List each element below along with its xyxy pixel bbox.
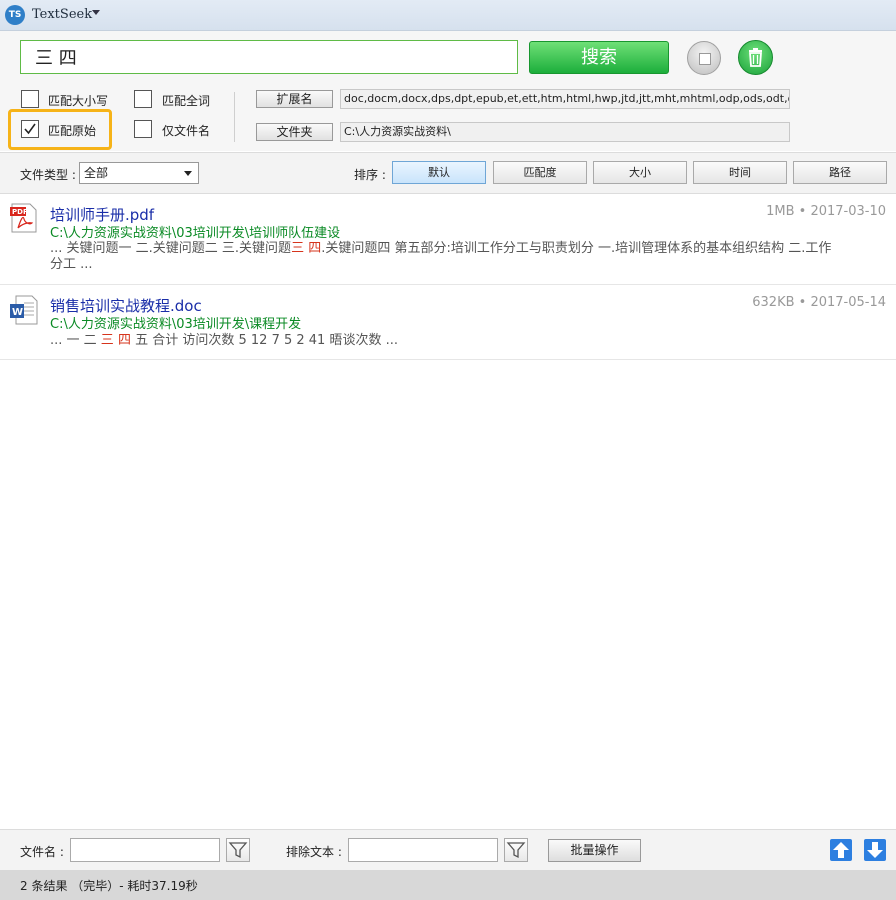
dropdown-arrow-icon xyxy=(184,171,192,176)
result-meta: 632KB • 2017-05-14 xyxy=(752,295,886,310)
result-snippet: ... 关键问题一 二.关键问题二 三.关键问题三 四.关键问题四 第五部分:培… xyxy=(50,241,832,272)
filter-funnel-icon xyxy=(506,842,526,859)
sort-default-button[interactable]: 默认 xyxy=(392,161,486,184)
filename-filter-input[interactable] xyxy=(70,838,220,862)
result-path[interactable]: C:\人力资源实战资料\03培训开发\课程开发 xyxy=(50,313,301,332)
result-meta: 1MB • 2017-03-10 xyxy=(766,204,886,219)
extension-button[interactable]: 扩展名 xyxy=(256,90,333,108)
filename-only-checkbox[interactable] xyxy=(134,120,152,138)
clear-button[interactable] xyxy=(738,40,773,75)
file-type-label: 文件类型 : xyxy=(20,168,76,182)
arrow-up-icon xyxy=(830,839,852,861)
svg-text:PDF: PDF xyxy=(12,208,28,216)
result-snippet: ... 一 二 三 四 五 合计 访问次数 5 12 7 5 2 41 晤谈次数… xyxy=(50,333,398,348)
exclude-text-input[interactable] xyxy=(348,838,498,862)
checkmark-icon xyxy=(24,123,36,135)
result-path[interactable]: C:\人力资源实战资料\03培训开发\培训师队伍建设 xyxy=(50,222,340,241)
file-type-value: 全部 xyxy=(84,166,109,180)
result-item[interactable]: W 销售培训实战教程.doc 632KB • 2017-05-14 C:\人力资… xyxy=(0,285,896,360)
result-item[interactable]: PDF 培训师手册.pdf 1MB • 2017-03-10 C:\人力资源实战… xyxy=(0,193,896,285)
match-original-label: 匹配原始 xyxy=(48,124,97,138)
sort-size-button[interactable]: 大小 xyxy=(593,161,687,184)
file-type-select[interactable]: 全部 xyxy=(79,162,199,184)
next-result-button[interactable] xyxy=(864,839,886,861)
previous-result-button[interactable] xyxy=(830,839,852,861)
title-bar xyxy=(0,0,896,31)
app-logo-icon[interactable]: TS xyxy=(5,5,25,25)
folder-field[interactable]: C:\人力资源实战资料\ xyxy=(340,122,790,142)
filename-only-label: 仅文件名 xyxy=(162,124,211,138)
filename-filter-button[interactable] xyxy=(226,838,250,862)
match-original-checkbox[interactable] xyxy=(21,120,39,138)
extension-field[interactable]: doc,docm,docx,dps,dpt,epub,et,ett,htm,ht… xyxy=(340,89,790,109)
batch-operation-button[interactable]: 批量操作 xyxy=(548,839,641,862)
search-input[interactable] xyxy=(20,40,518,74)
match-whole-word-checkbox[interactable] xyxy=(134,90,152,108)
exclude-text-label: 排除文本 : xyxy=(286,845,342,859)
sort-relevance-button[interactable]: 匹配度 xyxy=(493,161,587,184)
sort-time-button[interactable]: 时间 xyxy=(693,161,787,184)
match-case-label: 匹配大小写 xyxy=(48,94,109,108)
exclude-filter-button[interactable] xyxy=(504,838,528,862)
trash-icon xyxy=(749,48,762,67)
filter-funnel-icon xyxy=(228,842,248,859)
match-case-checkbox[interactable] xyxy=(21,90,39,108)
match-whole-word-label: 匹配全词 xyxy=(162,94,211,108)
app-menu-chevron-icon[interactable] xyxy=(92,10,100,15)
status-text: 2 条结果 （完毕）- 耗时37.19秒 xyxy=(20,879,198,893)
search-button[interactable]: 搜索 xyxy=(529,41,669,74)
arrow-down-icon xyxy=(864,839,886,861)
filename-filter-label: 文件名 : xyxy=(20,845,64,859)
folder-button[interactable]: 文件夹 xyxy=(256,123,333,141)
word-file-icon: W xyxy=(10,295,38,325)
stop-button[interactable] xyxy=(687,41,721,75)
divider xyxy=(234,92,235,142)
stop-icon xyxy=(699,53,711,65)
sort-path-button[interactable]: 路径 xyxy=(793,161,887,184)
app-title[interactable]: TextSeek xyxy=(32,7,92,22)
pdf-file-icon: PDF xyxy=(10,203,37,233)
sort-label: 排序 : xyxy=(354,168,386,182)
svg-text:W: W xyxy=(12,307,23,318)
